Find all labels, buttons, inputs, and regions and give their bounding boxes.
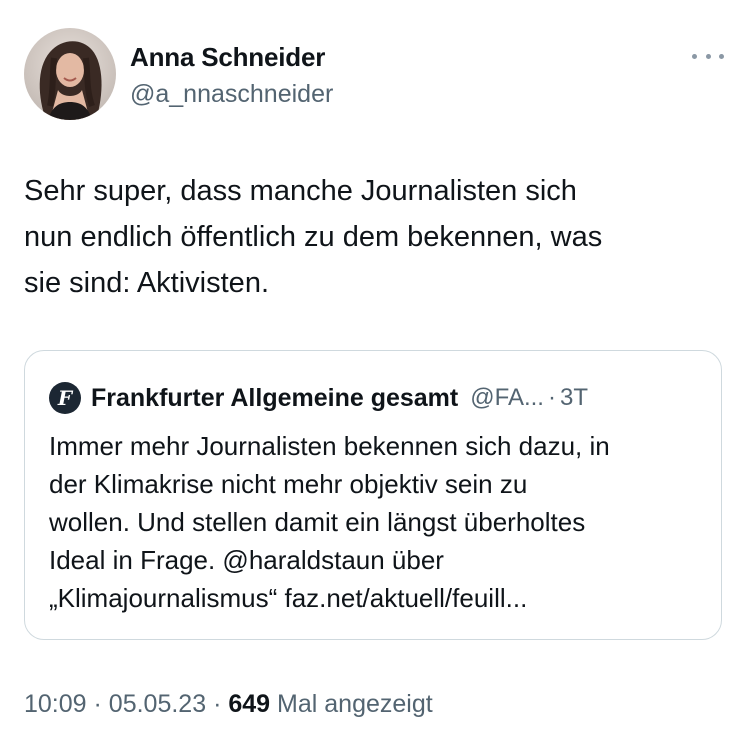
view-count-label: Mal angezeigt bbox=[277, 690, 433, 718]
separator-dot: · bbox=[547, 384, 556, 411]
quoted-author-name[interactable]: Frankfurter Allgemeine gesamt bbox=[91, 384, 458, 413]
quoted-author-handle[interactable]: @FA... bbox=[470, 384, 544, 412]
more-dots-icon bbox=[705, 53, 711, 59]
separator-dot: · bbox=[213, 690, 222, 718]
avatar[interactable] bbox=[24, 28, 116, 120]
tweet-text: Sehr super, dass manche Journalisten sic… bbox=[24, 175, 603, 299]
faz-logo-icon[interactable]: F bbox=[49, 382, 81, 414]
tweet-meta: 10:09 · 05.05.23 · 649 Mal angezeigt bbox=[24, 690, 433, 719]
more-dots-icon bbox=[692, 53, 697, 59]
view-count: 649 bbox=[228, 690, 271, 718]
tweet-date[interactable]: 05.05.23 bbox=[109, 690, 206, 718]
quoted-tweet[interactable]: F Frankfurter Allgemeine gesamt @FA... ·… bbox=[24, 350, 722, 640]
author-handle[interactable]: @a_nnaschneider bbox=[130, 80, 333, 109]
tweet-header: Anna Schneider @a_nnaschneider bbox=[24, 28, 724, 120]
tweet-time[interactable]: 10:09 bbox=[24, 690, 87, 718]
more-dots-icon bbox=[719, 53, 724, 59]
separator-dot: · bbox=[93, 690, 102, 718]
quoted-tweet-header: F Frankfurter Allgemeine gesamt @FA... ·… bbox=[49, 381, 588, 415]
author-name[interactable]: Anna Schneider bbox=[130, 42, 325, 73]
avatar-photo-icon bbox=[39, 41, 102, 120]
quoted-tweet-text: Immer mehr Journalisten bekennen sich da… bbox=[49, 431, 610, 613]
quoted-tweet-time[interactable]: 3T bbox=[560, 384, 588, 412]
more-options-button[interactable] bbox=[692, 46, 724, 66]
